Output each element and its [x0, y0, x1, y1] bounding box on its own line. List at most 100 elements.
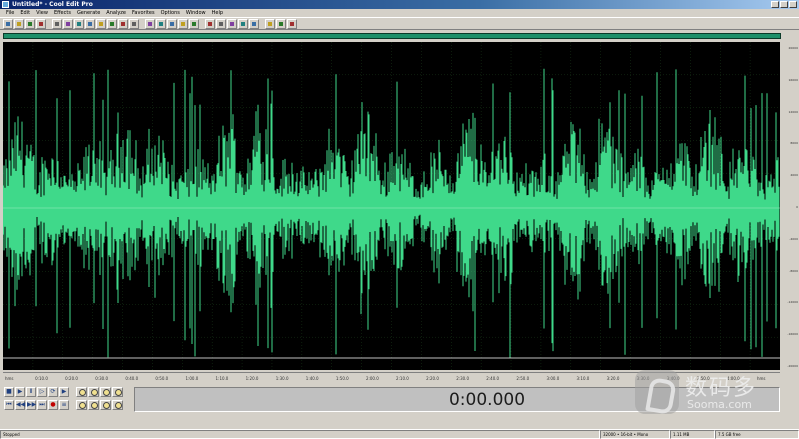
time-tick-label: 0:20.0	[65, 376, 78, 381]
menu-generate[interactable]: Generate	[74, 9, 103, 17]
amplitude-tick-label: 20000	[788, 46, 798, 50]
multitrack-icon[interactable]	[238, 18, 248, 29]
save-icon[interactable]	[25, 18, 35, 29]
stop-button[interactable]: ■	[4, 387, 14, 397]
zoom-out-vertical-icon[interactable]	[112, 399, 123, 410]
time-tick-label: 0:50.0	[155, 376, 169, 381]
menu-window[interactable]: Window	[183, 9, 209, 17]
zoom-in-vertical-icon[interactable]	[100, 399, 111, 410]
close-button[interactable]	[789, 1, 797, 8]
time-tick-label: 0:40.0	[125, 376, 139, 381]
scripts-icon[interactable]	[265, 18, 275, 29]
amplitude-tick-label: 0	[796, 205, 798, 209]
time-ruler: hms 0:10.0 0:20.0 0:30.0 0:40.0 0:50.0 1:00.0 1…	[3, 372, 780, 382]
time-tick-label: 2:10.0	[396, 376, 409, 381]
menu-file[interactable]: File	[3, 9, 17, 17]
save-all-icon[interactable]	[36, 18, 46, 29]
waveform-path	[3, 68, 780, 358]
pause-button[interactable]: Ⅱ	[26, 387, 36, 397]
zoom-full-icon[interactable]	[100, 387, 111, 397]
time-tick-label: 0:10.0	[35, 376, 48, 381]
time-tick-label: 0:30.0	[95, 376, 109, 381]
app-icon[interactable]	[2, 1, 9, 8]
amplitude-ruler: 20000 16000 12000 8000 4000 0 -4000 -8000 -12000…	[780, 42, 799, 370]
scroll-button[interactable]: ≡	[59, 399, 69, 410]
go-to-end-button[interactable]: ⏭	[37, 399, 47, 410]
new-icon[interactable]	[3, 18, 13, 29]
go-to-start-button[interactable]: ⏮	[4, 399, 14, 410]
toolbar	[0, 17, 799, 30]
waveform-display[interactable]	[3, 42, 780, 370]
play-list-icon[interactable]	[189, 18, 199, 29]
delete-icon[interactable]	[118, 18, 128, 29]
cue-list-icon[interactable]	[178, 18, 188, 29]
time-tick-label: 1:10.0	[215, 376, 229, 381]
waveform-svg	[3, 42, 780, 370]
waveform-view-icon[interactable]	[227, 18, 237, 29]
record-button[interactable]: ●	[48, 399, 58, 410]
frequency-icon[interactable]	[249, 18, 259, 29]
window-controls	[771, 1, 797, 8]
zoom-selection-icon[interactable]	[112, 387, 123, 397]
zoom-right-icon[interactable]	[88, 399, 99, 410]
amplitude-tick-label: -8000	[789, 268, 798, 273]
menu-edit[interactable]: Edit	[17, 9, 33, 17]
help-icon[interactable]	[287, 18, 297, 29]
menu-help[interactable]: Help	[209, 9, 226, 17]
amplitude-tick-label: -20000	[787, 364, 798, 368]
status-format: 32000 • 16-bit • Mono	[600, 430, 670, 439]
play-to-end-button[interactable]: ▶	[59, 387, 69, 397]
time-tick-label: 1:20.0	[245, 376, 259, 381]
settings-icon[interactable]	[276, 18, 286, 29]
cut-icon[interactable]	[52, 18, 62, 29]
amplitude-tick-label: -12000	[787, 300, 798, 305]
time-tick-label: 3:00.0	[546, 376, 560, 381]
menu-options[interactable]: Options	[158, 9, 183, 17]
time-tick-label: 1:40.0	[305, 376, 319, 381]
zoom-out-icon[interactable]	[88, 387, 99, 397]
play-looped-button[interactable]: ⟳	[48, 387, 58, 397]
minimize-button[interactable]	[771, 1, 779, 8]
redo-icon[interactable]	[145, 18, 155, 29]
amplitude-tick-label: 8000	[790, 141, 798, 146]
play-from-cursor-button[interactable]: ▷	[37, 387, 47, 397]
status-bar: Stopped 32000 • 16-bit • Mono 1.11 MB 7.…	[0, 429, 799, 439]
title-bar: Untitled* - Cool Edit Pro	[0, 0, 799, 9]
amplitude-tick-label: -4000	[789, 236, 798, 241]
amplitude-tick-label: 16000	[788, 77, 798, 82]
time-tick-label: 2:30.0	[456, 376, 469, 381]
open-icon[interactable]	[14, 18, 24, 29]
fast-forward-button[interactable]: ▶▶	[26, 399, 36, 410]
menu-view[interactable]: View	[33, 9, 51, 17]
time-tick-label: 2:40.0	[486, 376, 500, 381]
paste-new-icon[interactable]	[85, 18, 95, 29]
time-tick-label: 1:30.0	[275, 376, 289, 381]
rewind-button[interactable]: ◀◀	[15, 399, 25, 410]
zoom-in-icon[interactable]	[76, 387, 87, 397]
mix-paste-icon[interactable]	[96, 18, 106, 29]
copy-icon[interactable]	[63, 18, 73, 29]
menu-analyze[interactable]: Analyze	[103, 9, 129, 17]
marker-icon[interactable]	[167, 18, 177, 29]
undo-icon[interactable]	[129, 18, 139, 29]
overview-bar[interactable]	[3, 33, 781, 39]
window-title: Untitled* - Cool Edit Pro	[12, 1, 93, 8]
time-tick-label: 3:40.0	[666, 376, 680, 381]
menu-favorites[interactable]: Favorites	[129, 9, 158, 17]
status-free: 7.5 GB free	[715, 430, 799, 439]
zoom-left-icon[interactable]	[76, 399, 87, 410]
spectral-view-icon[interactable]	[216, 18, 226, 29]
time-display: 0:00.000	[134, 387, 780, 412]
info-icon[interactable]	[205, 18, 215, 29]
time-tick-label: 1:00.0	[185, 376, 199, 381]
play-button[interactable]: ▶	[15, 387, 25, 397]
time-tick-label: 2:00.0	[365, 376, 379, 381]
maximize-button[interactable]	[780, 1, 788, 8]
repeat-icon[interactable]	[156, 18, 166, 29]
menu-effects[interactable]: Effects	[51, 9, 74, 17]
trim-icon[interactable]	[107, 18, 117, 29]
transport-controls: ■ ▶ Ⅱ ▷ ⟳ ▶ ⏮ ◀◀ ▶▶ ⏭ ● ≡	[3, 386, 73, 412]
status-size: 1.11 MB	[670, 430, 715, 439]
time-tick-label: 1:50.0	[335, 376, 349, 381]
paste-icon[interactable]	[74, 18, 84, 29]
